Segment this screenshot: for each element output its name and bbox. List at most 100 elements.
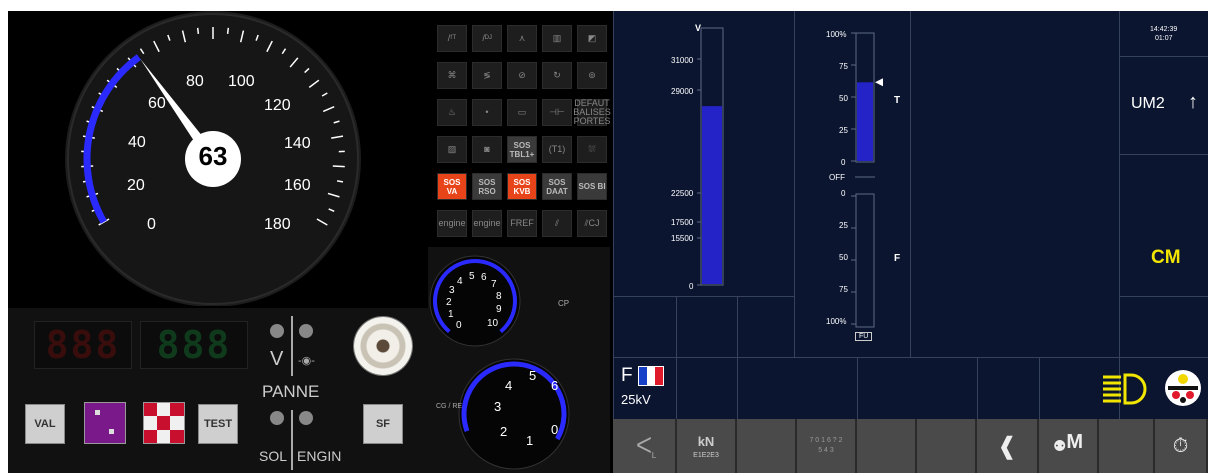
indicator-row4-0[interactable]: ▨ [437, 136, 467, 163]
engin-label: ENGIN [297, 448, 342, 464]
indicator-row3-1[interactable]: • [472, 99, 502, 126]
catenary-tick-17500: 17500 [671, 218, 694, 227]
switch-label-v: V [270, 348, 284, 370]
button-kn[interactable]: kN E1E2E3 [677, 419, 737, 473]
catenary-tick-0: 0 [689, 282, 694, 291]
indicator-row2-0[interactable]: ⌘ [437, 62, 467, 89]
cp-tick-9: 9 [496, 304, 502, 315]
pantograph-icon: ❰ [996, 432, 1018, 460]
speed-label-140: 140 [284, 135, 311, 152]
indicator-row4-3[interactable]: (T1) [542, 136, 572, 163]
button-track-l[interactable]: ᐸ L [613, 419, 677, 473]
checkered-button[interactable] [143, 402, 185, 444]
indicator-row6-0[interactable]: engine [437, 210, 467, 237]
indicator-row3-0[interactable]: ♨ [437, 99, 467, 126]
indicator-row1-3[interactable]: ▥ [542, 25, 572, 52]
indicator-grid: /ᶠᵀ/ᴰᴶ ⋏ ▥ ◩ ⌘ ≶ ⊘ ↻ ⊚ ♨ • ▭ ⊣⊢ DEFAUT BALISES PORTES… [428, 11, 611, 247]
button-blank-1[interactable] [737, 419, 797, 473]
button-timer[interactable]: ⏱ [1155, 419, 1208, 473]
cg-tick-0: 0 [551, 422, 559, 437]
button-m[interactable]: ⚉ M [1039, 419, 1099, 473]
checker-h [170, 416, 184, 430]
traction-f-label: F [894, 253, 901, 264]
catenary-tick-15500: 15500 [671, 234, 694, 243]
indicator-row6-2[interactable]: FREF [507, 210, 537, 237]
indicator-row1-2[interactable]: ⋏ [507, 25, 537, 52]
indicator-row1-0[interactable]: /ᶠᵀ [437, 25, 467, 52]
indicator-row1-1[interactable]: /ᴰᴶ [472, 25, 502, 52]
switch-divider [291, 316, 293, 376]
cg-tick-1: 1 [526, 433, 534, 448]
clock-time: 14:42:39 [1150, 26, 1178, 33]
button-blank-4[interactable] [1099, 419, 1155, 473]
hline-1 [613, 296, 794, 297]
cab-simulator: 63 0 20 40 60 80 100 120 140 160 180 888… [8, 11, 1208, 473]
switch-plug-icon: -◉- [298, 355, 315, 367]
catenary-tick-29000: 29000 [671, 87, 694, 96]
switch2-knob-left[interactable] [270, 411, 284, 425]
catenary-unit: V [695, 23, 702, 33]
indicator-row2-4[interactable]: ⊚ [577, 62, 607, 89]
indicator-row3-4[interactable]: DEFAUT BALISES PORTES [573, 99, 611, 126]
catenary-bar [702, 106, 722, 285]
m-label: M [1066, 430, 1084, 453]
flag-red [655, 367, 663, 385]
indicator-row5-3[interactable]: SOS DAAT [542, 173, 572, 200]
switch-knob-right[interactable] [299, 324, 313, 338]
panne-label: PANNE [262, 382, 320, 401]
green-display: 888 [140, 321, 248, 369]
speed-label-60: 60 [148, 95, 166, 112]
cp-tick-4: 4 [457, 276, 463, 287]
button-blank-2[interactable] [857, 419, 917, 473]
cp-tick-1: 1 [448, 309, 454, 320]
indicator-row2-1[interactable]: ≶ [472, 62, 502, 89]
indicator-row5-2[interactable]: SOS KVB [507, 173, 537, 200]
traction-top-75: 75 [839, 62, 848, 71]
indicator-row3-3[interactable]: ⊣⊢ [542, 99, 572, 126]
cp-tick-2: 2 [446, 297, 452, 308]
indicator-row3-2[interactable]: ▭ [507, 99, 537, 126]
test-button[interactable]: TEST [198, 404, 238, 444]
pressure-gauges: 0 1 2 3 4 5 6 7 8 9 10 CP 0 1 2 3 4 5 6 … [428, 247, 610, 473]
switch2-knob-right[interactable] [299, 411, 313, 425]
indicator-row2-3[interactable]: ↻ [542, 62, 572, 89]
indicator-row5-1[interactable]: SOS RSO [472, 173, 502, 200]
speed-tick [226, 27, 230, 34]
indicator-row4-2[interactable]: SOS TBL1+ [507, 136, 537, 163]
speed-tick [332, 165, 345, 168]
checker-b [170, 403, 184, 416]
speed-label-0: 0 [147, 216, 156, 233]
traction-bottom-50: 50 [839, 253, 848, 262]
val-button[interactable]: VAL [25, 404, 65, 444]
cp-label: CP [558, 299, 570, 308]
indicator-row5-4[interactable]: SOS BI [577, 173, 607, 200]
indicator-row5-0[interactable]: SOS VA [437, 173, 467, 200]
checker-c [157, 416, 170, 430]
indicator-row1-4[interactable]: ◩ [577, 25, 607, 52]
sol-label: SOL [259, 448, 288, 464]
pressure-dials [429, 255, 570, 470]
switch-knob-left[interactable] [270, 324, 284, 338]
driver-icon: ⚉ [1052, 438, 1067, 455]
traction-fu-label: FU [855, 332, 873, 341]
speed-label-180: 180 [264, 216, 291, 233]
vline-9 [1039, 357, 1040, 419]
speed-label-80: 80 [186, 73, 204, 90]
rotary-knob[interactable] [354, 317, 412, 375]
indicator-row6-3[interactable]: ⫽ [542, 210, 572, 237]
button-pantograph[interactable]: ❰ [977, 419, 1039, 473]
button-dial[interactable]: 7 0 1 6 ? 2 5 4 3 [797, 419, 857, 473]
indicator-row6-4[interactable]: ⫽CJ [577, 210, 607, 237]
indicator-row6-1[interactable]: engine [472, 210, 502, 237]
indicator-row2-2[interactable]: ⊘ [507, 62, 537, 89]
sf-button[interactable]: SF [363, 404, 403, 444]
indicator-row4-4[interactable]: ⛆ [577, 136, 607, 163]
cp-tick-5: 5 [469, 271, 475, 282]
french-flag-icon [638, 366, 664, 386]
button-blank-3[interactable] [917, 419, 977, 473]
indicator-row4-1[interactable]: ◙ [472, 136, 502, 163]
cp-tick-8: 8 [496, 291, 502, 302]
cg-tick-3: 3 [494, 399, 502, 414]
traction-bar [857, 82, 873, 161]
purple-button[interactable] [84, 402, 126, 444]
